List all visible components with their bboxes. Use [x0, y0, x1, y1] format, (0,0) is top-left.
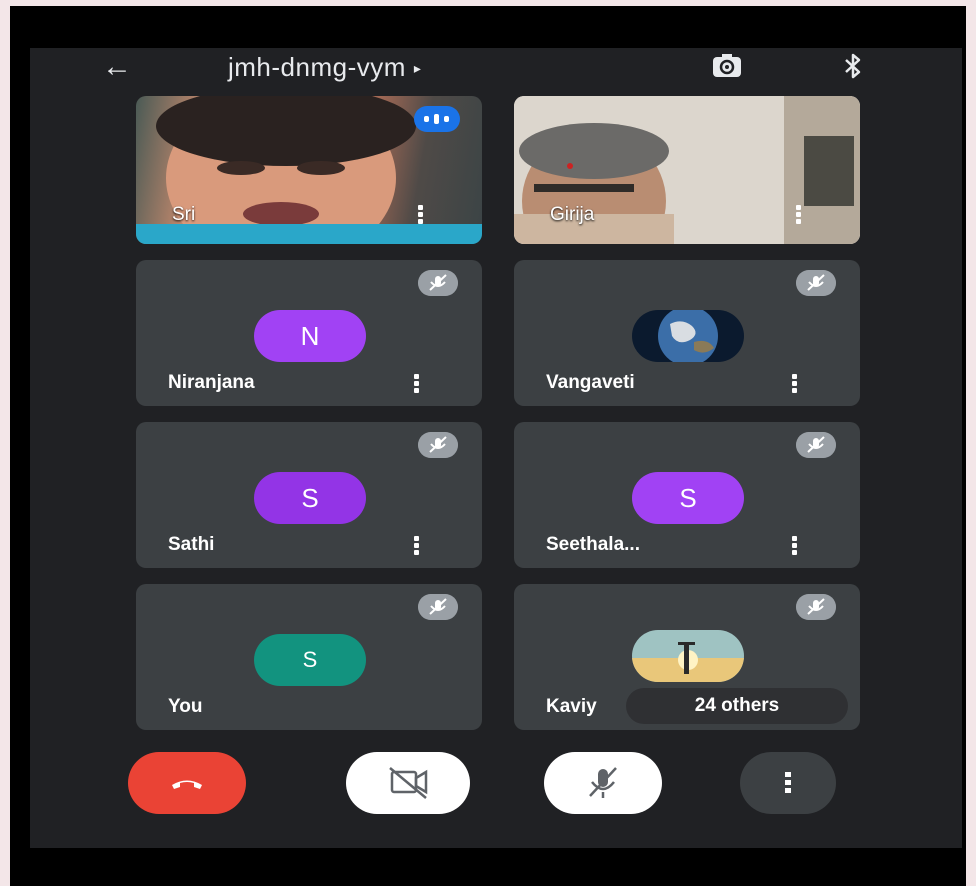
more-options-icon[interactable]: [792, 536, 798, 557]
participant-tile-seethala[interactable]: S Seethala...: [514, 422, 860, 568]
mic-off-icon: [796, 594, 836, 620]
others-chip[interactable]: 24 others: [626, 688, 848, 724]
avatar-initial: N: [300, 321, 320, 351]
avatar: N: [254, 310, 366, 362]
more-options-icon[interactable]: [414, 374, 420, 395]
participant-name: Niranjana: [168, 372, 255, 393]
mic-off-icon: [418, 594, 458, 620]
participant-tile-sathi[interactable]: S Sathi: [136, 422, 482, 568]
end-call-button[interactable]: [128, 752, 246, 814]
participant-name: Vangaveti: [546, 372, 635, 393]
meet-screen: ← jmh-dnmg-vym ▸ Sri Girija N Niranjana …: [30, 48, 962, 848]
more-options-icon[interactable]: [418, 205, 424, 226]
switch-camera-icon[interactable]: [710, 52, 744, 80]
avatar: S: [632, 472, 744, 524]
participant-tile-niranjana[interactable]: N Niranjana: [136, 260, 482, 406]
mic-off-icon: [589, 767, 617, 798]
participant-tile-you[interactable]: S You: [136, 584, 482, 730]
more-options-icon[interactable]: [414, 536, 420, 557]
mic-off-icon: [418, 432, 458, 458]
participant-name: You: [168, 696, 203, 717]
camera-toggle-button[interactable]: [346, 752, 470, 814]
avatar: S: [254, 472, 366, 524]
mic-off-icon: [796, 270, 836, 296]
camera-off-icon: [389, 767, 428, 799]
meeting-info-caret-icon: ▸: [413, 60, 422, 76]
mic-toggle-button[interactable]: [544, 752, 662, 814]
more-vert-icon: [785, 772, 791, 793]
avatar-initial: S: [302, 647, 318, 672]
more-options-button[interactable]: [740, 752, 836, 814]
top-bar: ← jmh-dnmg-vym ▸: [30, 48, 962, 96]
avatar: [632, 630, 744, 682]
speaking-indicator-icon: [414, 106, 460, 132]
participant-name: Seethala...: [546, 534, 640, 555]
participant-name: Sathi: [168, 534, 215, 555]
avatar-initial: S: [679, 483, 697, 513]
call-controls: [30, 748, 962, 828]
meeting-code-text: jmh-dnmg-vym: [228, 52, 406, 82]
hang-up-icon: [172, 780, 202, 789]
back-arrow-icon[interactable]: ←: [102, 52, 132, 82]
participant-name: Girija: [550, 204, 595, 225]
avatar: [632, 310, 744, 362]
bluetooth-audio-icon[interactable]: [842, 52, 864, 80]
avatar: S: [254, 634, 366, 686]
avatar-initial: S: [301, 483, 319, 513]
participant-tile-sri[interactable]: Sri: [136, 96, 482, 244]
more-options-icon[interactable]: [796, 205, 802, 226]
participant-tile-vangaveti[interactable]: Vangaveti: [514, 260, 860, 406]
more-options-icon[interactable]: [792, 374, 798, 395]
mic-off-icon: [796, 432, 836, 458]
participant-name: Sri: [172, 204, 196, 225]
meeting-code[interactable]: jmh-dnmg-vym ▸: [228, 52, 421, 83]
mic-off-icon: [418, 270, 458, 296]
participant-name: Kaviy: [546, 696, 597, 717]
participant-tile-girija[interactable]: Girija: [514, 96, 860, 244]
